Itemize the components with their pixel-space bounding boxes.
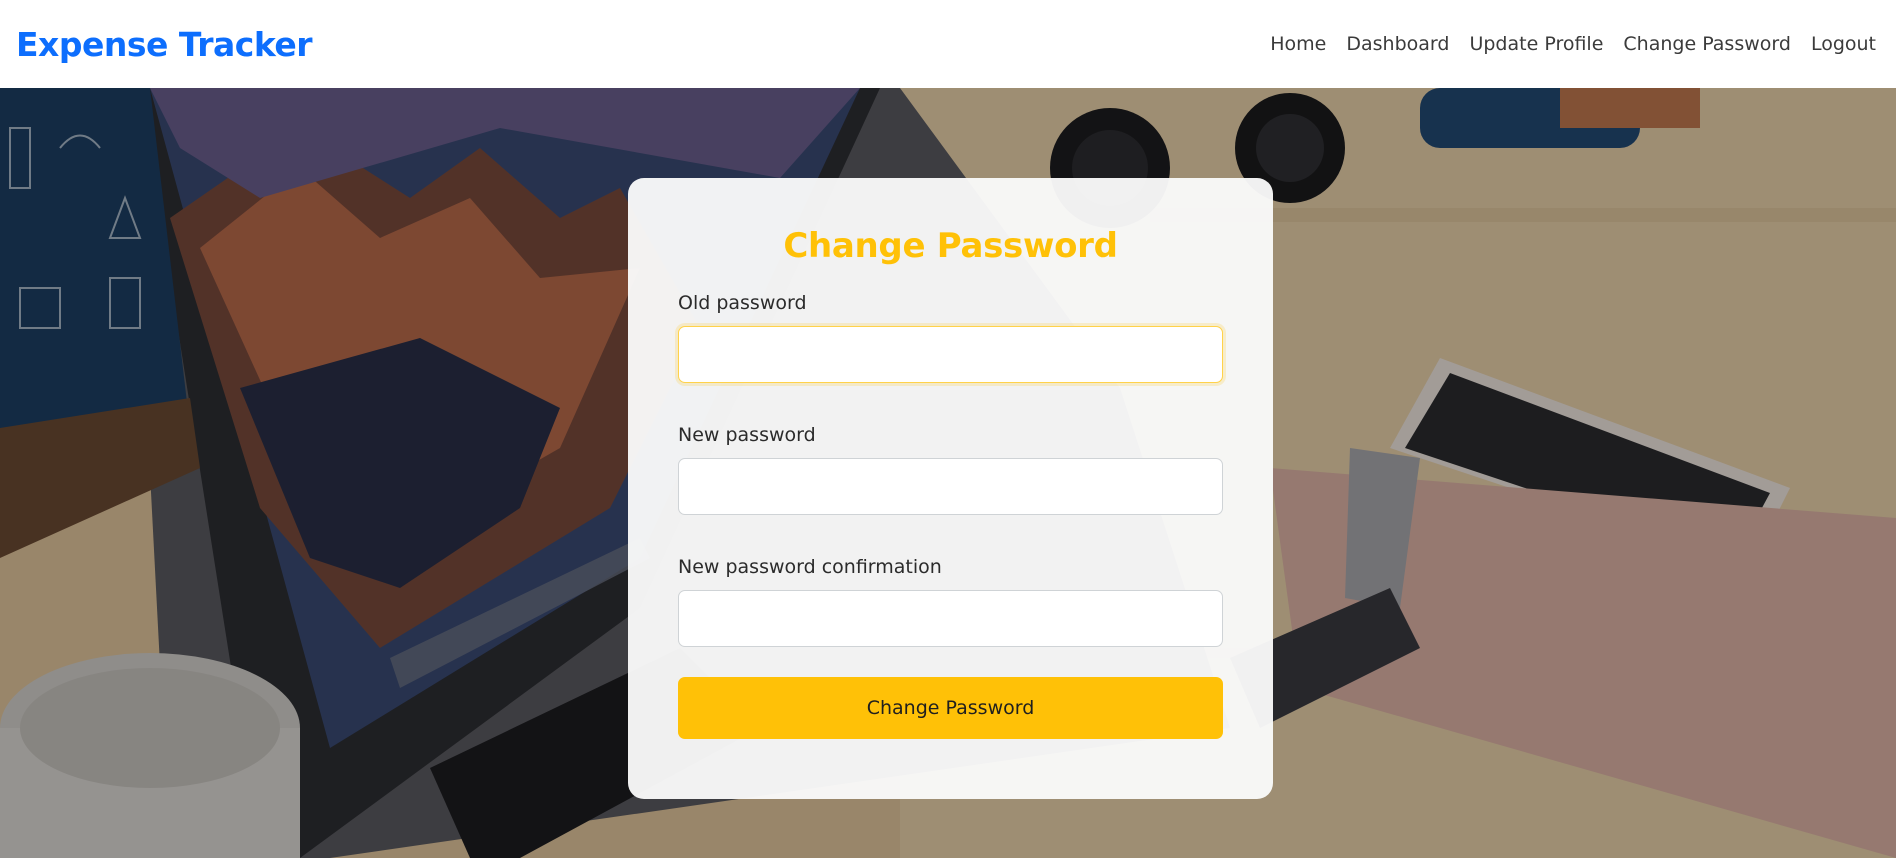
nav-link-update-profile[interactable]: Update Profile (1459, 33, 1613, 55)
nav-link-logout[interactable]: Logout (1801, 33, 1880, 55)
new-password-confirmation-input[interactable] (678, 590, 1223, 647)
old-password-input[interactable] (678, 326, 1223, 383)
form-title: Change Password (783, 226, 1118, 266)
change-password-button[interactable]: Change Password (678, 677, 1223, 739)
nav-link-dashboard[interactable]: Dashboard (1336, 33, 1459, 55)
navbar: Expense Tracker Home Dashboard Update Pr… (0, 0, 1896, 88)
change-password-card: Change Password Old password New passwor… (628, 178, 1273, 799)
nav-link-home[interactable]: Home (1260, 33, 1336, 55)
nav-link-change-password[interactable]: Change Password (1613, 33, 1801, 55)
new-password-input[interactable] (678, 458, 1223, 515)
new-password-confirmation-label: New password confirmation (678, 556, 942, 578)
old-password-label: Old password (678, 292, 807, 314)
brand-logo[interactable]: Expense Tracker (16, 25, 313, 64)
new-password-label: New password (678, 424, 816, 446)
nav-links: Home Dashboard Update Profile Change Pas… (1260, 33, 1880, 55)
